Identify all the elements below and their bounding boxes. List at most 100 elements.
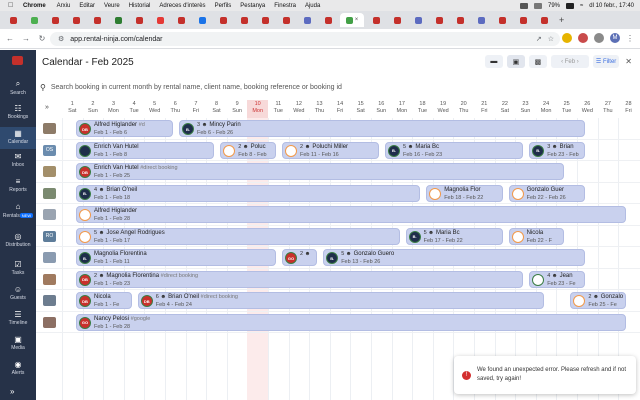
browser-tab[interactable]: [214, 13, 232, 27]
browser-tab[interactable]: [46, 13, 64, 27]
menubar-item[interactable]: Ajuda: [305, 3, 320, 9]
reload-icon[interactable]: ↻: [36, 34, 48, 43]
clock[interactable]: dl 10 febr., 17:40: [589, 3, 634, 9]
new-tab-icon[interactable]: +: [559, 15, 564, 25]
browser-tab[interactable]: [235, 13, 253, 27]
extension-icon[interactable]: [562, 33, 572, 43]
booking-bar[interactable]: B. Magnolia Florentina Feb 1 - Feb 11: [76, 249, 276, 266]
url-text[interactable]: app.rental-ninja.com/calendar: [70, 36, 162, 43]
rental-thumbnail[interactable]: OS: [43, 144, 56, 156]
browser-tab[interactable]: [256, 13, 274, 27]
booking-bar[interactable]: DB Alfred Higlander #d Feb 1 - Feb 6: [76, 120, 173, 137]
browser-menu-icon[interactable]: ⋮: [626, 34, 634, 43]
sidebar-item-tasks[interactable]: ☑ Tasks: [0, 258, 36, 280]
rental-thumbnail[interactable]: [43, 273, 56, 285]
browser-tab[interactable]: [109, 13, 127, 27]
compact-view-button[interactable]: ▬: [484, 55, 503, 68]
sidebar-item-rentals[interactable]: ⌂ Rentals NEW: [0, 200, 36, 222]
booking-bar[interactable]: GO 2 ☻: [282, 249, 318, 266]
menubar-item[interactable]: Veure: [104, 3, 120, 9]
booking-bar[interactable]: B. 5 ☻ Maria Bc Feb 17 - Feb 22: [405, 227, 503, 245]
install-icon[interactable]: ↗: [536, 35, 542, 43]
booking-bar[interactable]: DB Enrich Van Hutel #direct booking Feb 1 …: [76, 163, 565, 180]
sidebar-item-bookings[interactable]: ☷ Bookings: [0, 102, 36, 124]
booking-bar[interactable]: B. 3 ☻ Mincy Parin Feb 6 - Feb 26: [179, 120, 585, 137]
rental-thumbnail[interactable]: [43, 252, 56, 263]
expand-rentals-icon[interactable]: »: [45, 104, 49, 111]
booking-search[interactable]: ⚲ Search booking in current month by ren…: [40, 80, 630, 94]
booking-bar[interactable]: DB Nicola Feb 1 - Fe: [76, 292, 132, 309]
browser-tab[interactable]: [4, 13, 22, 27]
menubar-item[interactable]: Adreces d'interès: [159, 3, 205, 9]
status-icon[interactable]: [519, 2, 528, 9]
sidebar-item-timeline[interactable]: ☰ Timeline: [0, 308, 36, 330]
browser-tab[interactable]: [514, 13, 532, 27]
sidebar-item-calendar[interactable]: ▦ Calendar: [0, 127, 36, 149]
booking-bar[interactable]: 2 ☻ Poluc Feb 8 - Feb: [220, 141, 276, 159]
filter-button[interactable]: ☰ Filter: [592, 55, 620, 68]
booking-bar[interactable]: B. 3 ☻ Brian Feb 23 - Feb: [529, 141, 585, 159]
back-icon[interactable]: ←: [4, 34, 16, 43]
sidebar-item-alerts[interactable]: ◉ Alerts: [0, 358, 36, 380]
booking-bar[interactable]: B. 4 ☻ Brian O'neil Feb 1 - Feb 18: [76, 184, 421, 202]
booking-bar[interactable]: 4 ☻ Jean Feb 23 - Fe: [529, 270, 585, 288]
booking-bar[interactable]: Nicola Feb 22 - F: [508, 227, 565, 245]
browser-tab[interactable]: [388, 13, 406, 27]
battery-icon[interactable]: [566, 2, 574, 9]
profile-avatar[interactable]: M: [610, 33, 620, 43]
site-info-icon[interactable]: ⚙: [58, 35, 64, 43]
booking-bar[interactable]: Alfred Higlander Feb 1 - Feb 28: [76, 206, 627, 223]
expanded-view-button[interactable]: ▣: [506, 55, 525, 68]
close-icon[interactable]: ✕: [625, 57, 632, 66]
menubar-app-name[interactable]: Chrome: [23, 3, 46, 9]
sidebar-item-inbox[interactable]: ✉ Inbox: [0, 150, 36, 172]
browser-tab[interactable]: [88, 13, 106, 27]
browser-tab[interactable]: [151, 13, 169, 27]
menubar-item[interactable]: Arxiu: [57, 3, 71, 9]
search-input[interactable]: Search booking in current month by renta…: [51, 84, 342, 91]
booking-bar[interactable]: Magnolia Flor Feb 18 - Feb 22: [426, 184, 503, 202]
browser-tab[interactable]: [277, 13, 295, 27]
extensions-puzzle-icon[interactable]: [594, 33, 604, 43]
menubar-item[interactable]: Pestanya: [240, 3, 265, 9]
browser-tab[interactable]: [409, 13, 427, 27]
rental-ninja-logo[interactable]: [12, 56, 23, 65]
booking-bar[interactable]: B. 5 ☻ Gonzalo Guero Feb 13 - Feb 26: [323, 249, 585, 266]
menubar-item[interactable]: Perfils: [215, 3, 232, 9]
menubar-item[interactable]: Editar: [79, 3, 95, 9]
browser-tab[interactable]: [298, 13, 316, 27]
browser-tab[interactable]: [472, 13, 490, 27]
browser-tab[interactable]: [172, 13, 190, 27]
sidebar-item-guests[interactable]: ☺ Guests: [0, 283, 36, 305]
booking-bar[interactable]: 5 ☻ Jose Angel Rodrigues Feb 1 - Feb 17: [76, 227, 400, 245]
rental-thumbnail[interactable]: [43, 187, 56, 199]
menubar-item[interactable]: Historial: [129, 3, 151, 9]
booking-bar[interactable]: B. 5 ☻ Maria Bc Feb 16 - Feb 23: [385, 141, 524, 159]
extension-icon[interactable]: [578, 33, 588, 43]
browser-tab[interactable]: [193, 13, 211, 27]
next-month-icon[interactable]: ›: [575, 59, 579, 65]
rental-thumbnail[interactable]: RO: [43, 230, 56, 242]
photo-view-button[interactable]: ▩: [528, 55, 547, 68]
booking-bar[interactable]: DB 6 ☻ Brian O'neil #direct booking Feb 4 -…: [137, 292, 544, 309]
booking-bar[interactable]: 2 ☻ Gonzalo Feb 25 - Fe: [570, 292, 627, 309]
browser-tab[interactable]: ×: [340, 13, 364, 27]
browser-tab[interactable]: [493, 13, 511, 27]
booking-bar[interactable]: Enrich Van Hutel Feb 1 - Feb 8: [76, 141, 215, 159]
rental-thumbnail[interactable]: [43, 295, 56, 306]
sidebar-item-reports[interactable]: ≡ Reports: [0, 175, 36, 197]
rental-thumbnail[interactable]: [43, 123, 56, 134]
browser-tab[interactable]: [430, 13, 448, 27]
booking-bar[interactable]: DB 2 ☻ Magnolia Florentina #direct booking…: [76, 270, 524, 288]
booking-bar[interactable]: 2 ☻ Poluchi Miller Feb 11 - Feb 16: [282, 141, 379, 159]
close-tab-icon[interactable]: ×: [355, 17, 359, 23]
status-icon[interactable]: [533, 2, 542, 9]
rental-thumbnail[interactable]: [43, 166, 56, 177]
booking-bar[interactable]: Gonzalo Guer Feb 22 - Feb 26: [508, 184, 585, 202]
rental-thumbnail[interactable]: [43, 209, 56, 220]
browser-tab[interactable]: [25, 13, 43, 27]
booking-bar[interactable]: GO Nancy Pelosi #google Feb 1 - Feb 28: [76, 313, 627, 331]
forward-icon[interactable]: →: [20, 34, 32, 43]
browser-tab[interactable]: [67, 13, 85, 27]
browser-tab[interactable]: [451, 13, 469, 27]
